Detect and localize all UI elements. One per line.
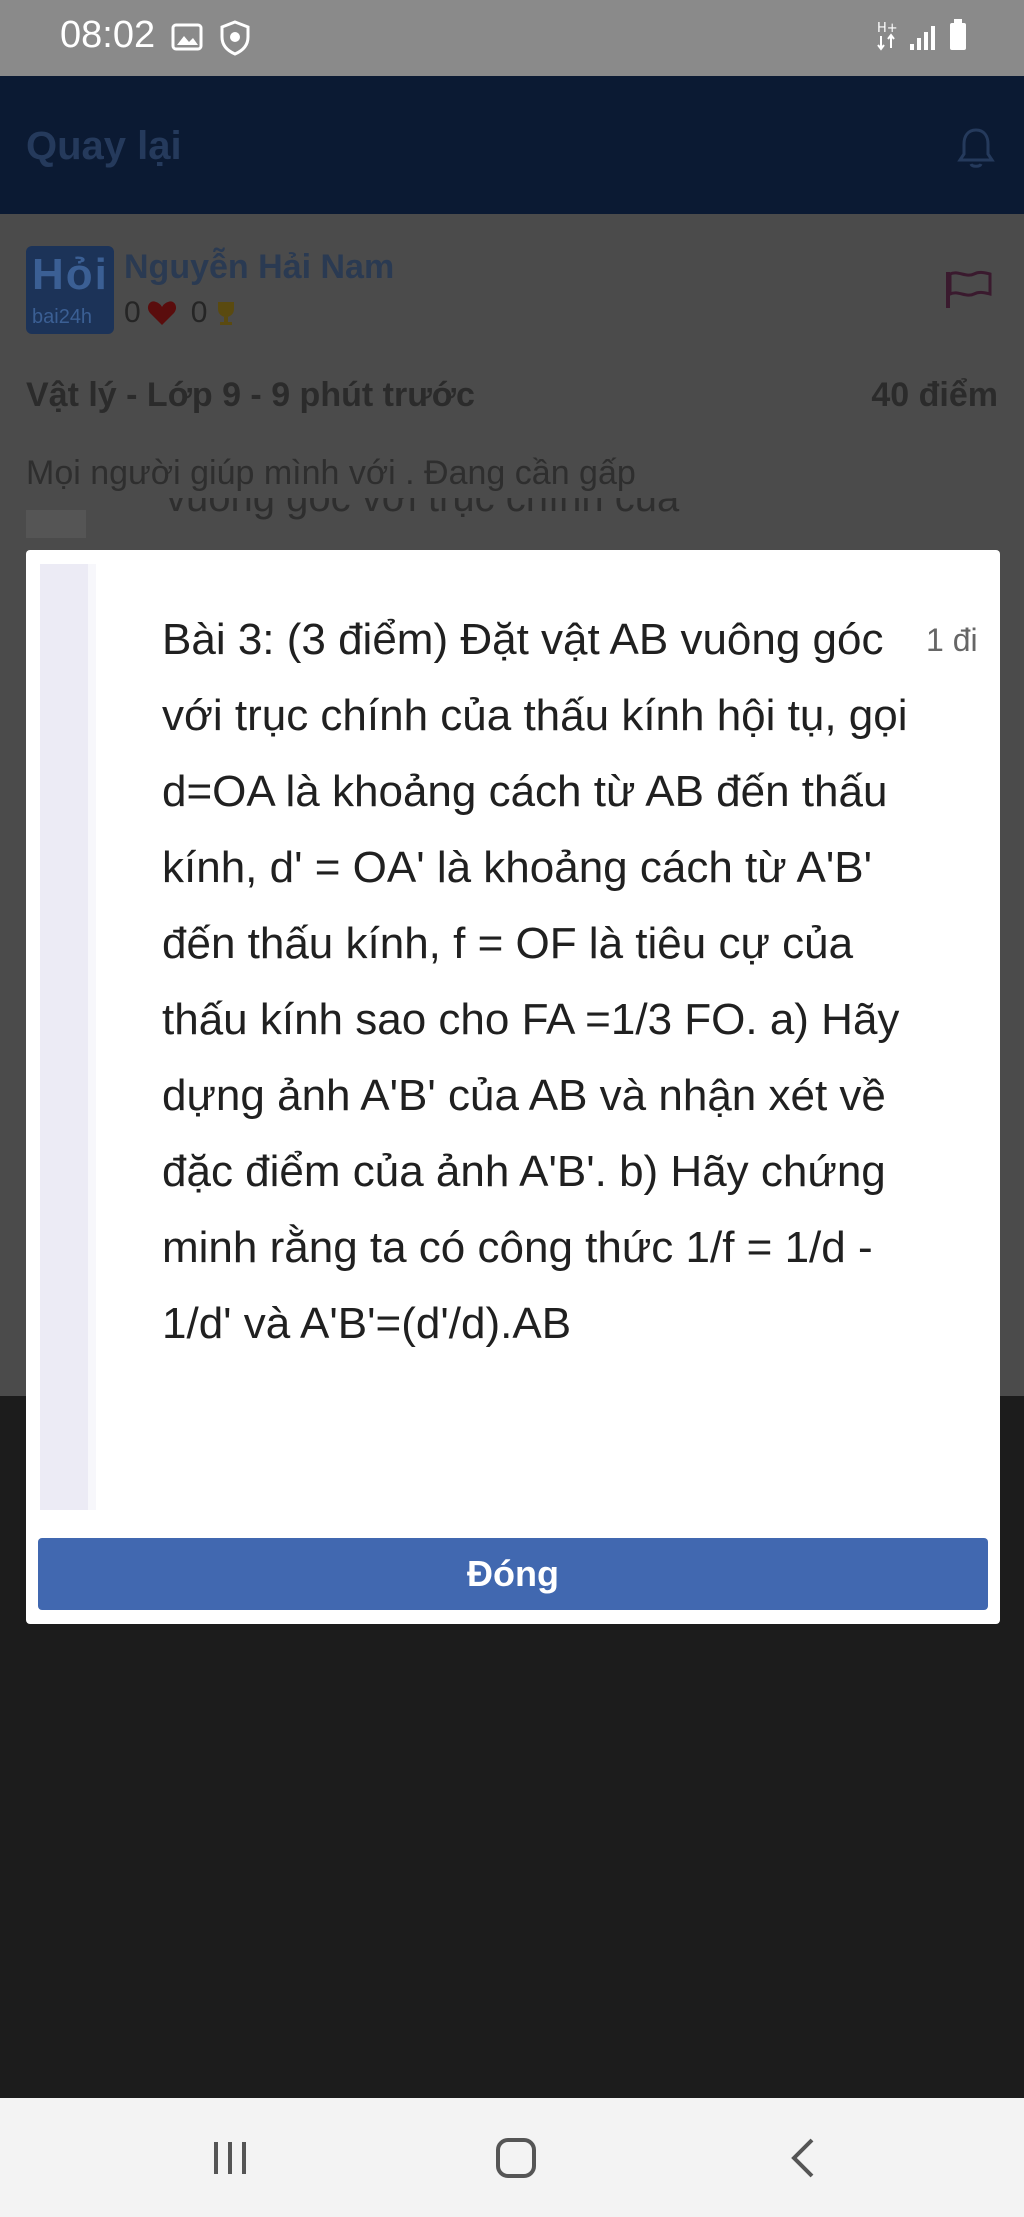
flag-icon[interactable] [944,270,994,310]
status-bar: 08:02 H+ [0,0,1024,76]
status-notifications [170,20,252,56]
battery-icon [950,19,966,50]
image-border [26,510,86,538]
avatar[interactable]: Hỏi bai24h [26,246,114,334]
shield-icon [220,20,250,56]
back-link[interactable]: Quay lại [26,124,182,169]
question-image-modal: Bài 3: (3 điểm) Đặt vật AB vuông góc với… [26,550,1000,1624]
coins-count: 0 [190,296,208,329]
modal-side-label: 1 đi [926,622,978,658]
status-time: 08:02 [60,14,156,56]
avatar-logo-subtext: bai24h [32,306,93,328]
back-button[interactable] [774,2130,834,2186]
question-meta: Vật lý - Lớp 9 - 9 phút trước [26,376,475,414]
app-bar: Quay lại [0,76,1024,214]
recent-apps-icon [214,2142,246,2174]
question-intro: Mọi người giúp mình với . Đang cần gấp [26,454,636,492]
author-name[interactable]: Nguyễn Hải Nam [124,248,394,287]
question-image-text: Bài 3: (3 điểm) Đặt vật AB vuông góc với… [162,615,908,1348]
recent-apps-button[interactable] [200,2130,260,2186]
system-nav-bar [0,2098,1024,2217]
heart-icon [147,301,176,325]
avatar-logo-text: Hỏi [32,250,109,299]
question-points: 40 điểm [871,376,998,414]
hearts-count: 0 [124,296,141,329]
question-image-peek: vuông góc với trục chính của [26,498,998,538]
signal-icon [910,26,935,50]
close-button[interactable]: Đóng [38,1538,988,1610]
data-arrows-icon: H+ [877,21,898,51]
status-system-icons: H+ [876,18,968,52]
question-image-text-peek: vuông góc với trục chính của [166,498,680,520]
author-stats: 0 0 [124,296,239,330]
modal-image-margin [40,564,96,1510]
gallery-icon [171,23,203,51]
bell-icon[interactable] [956,126,996,170]
home-button[interactable] [486,2130,546,2186]
back-arrow-icon [791,2138,814,2178]
svg-text:H+: H+ [877,21,898,36]
home-icon [496,2138,536,2178]
trophy-icon [218,302,235,325]
